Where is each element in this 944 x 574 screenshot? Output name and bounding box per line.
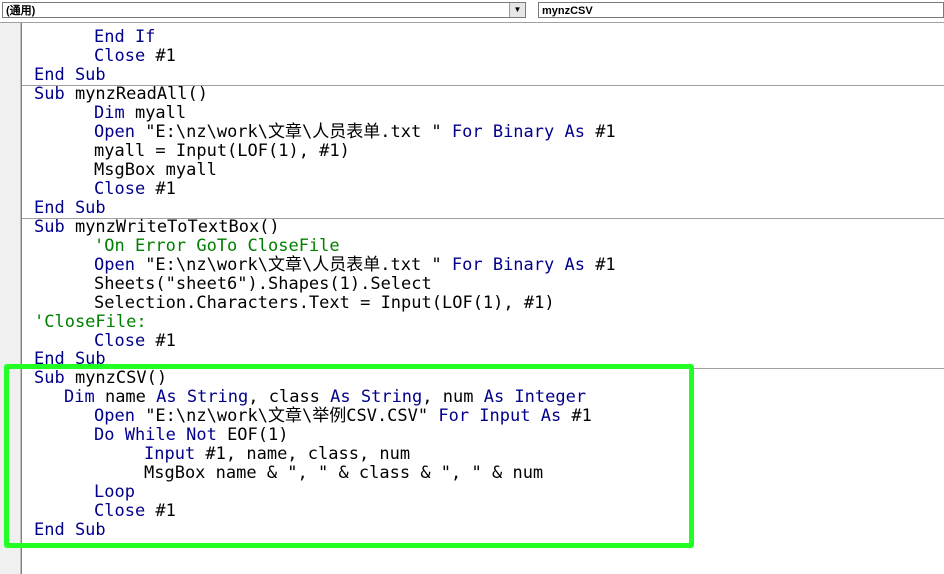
procedure-combobox-value: mynzCSV bbox=[542, 5, 593, 17]
code-line[interactable]: 'CloseFile: bbox=[34, 313, 147, 332]
code-line[interactable]: End Sub bbox=[34, 199, 106, 218]
code-line[interactable]: Sheets("sheet6").Shapes(1).Select bbox=[94, 275, 432, 294]
code-line[interactable]: Dim myall bbox=[94, 104, 186, 123]
code-line[interactable]: Close #1 bbox=[94, 47, 176, 66]
code-line[interactable]: MsgBox myall bbox=[94, 161, 217, 180]
procedure-combobox[interactable]: mynzCSV bbox=[538, 2, 944, 18]
code-line[interactable]: Selection.Characters.Text = Input(LOF(1)… bbox=[94, 294, 555, 313]
code-line[interactable]: End Sub bbox=[34, 350, 106, 364]
highlight-box bbox=[4, 364, 694, 548]
code-line[interactable]: 'On Error GoTo CloseFile bbox=[94, 237, 340, 256]
code-line[interactable]: End Sub bbox=[34, 66, 106, 85]
object-combobox[interactable]: (通用) ▼ bbox=[2, 2, 526, 18]
object-combobox-value: (通用) bbox=[6, 5, 36, 17]
code-line[interactable]: Sub mynzWriteToTextBox() bbox=[34, 218, 280, 237]
code-line[interactable]: Close #1 bbox=[94, 180, 176, 199]
code-line[interactable]: Open "E:\nz\work\文章\人员表单.txt " For Binar… bbox=[94, 256, 616, 275]
code-line[interactable]: Close #1 bbox=[94, 332, 176, 351]
code-window-toolbar: (通用) ▼ mynzCSV bbox=[0, 0, 944, 23]
code-line[interactable]: myall = Input(LOF(1), #1) bbox=[94, 142, 350, 161]
code-line[interactable]: Sub mynzReadAll() bbox=[34, 85, 208, 104]
chevron-down-icon[interactable]: ▼ bbox=[509, 3, 525, 17]
code-line[interactable]: End If bbox=[94, 28, 155, 47]
code-line[interactable]: Open "E:\nz\work\文章\人员表单.txt " For Binar… bbox=[94, 123, 616, 142]
